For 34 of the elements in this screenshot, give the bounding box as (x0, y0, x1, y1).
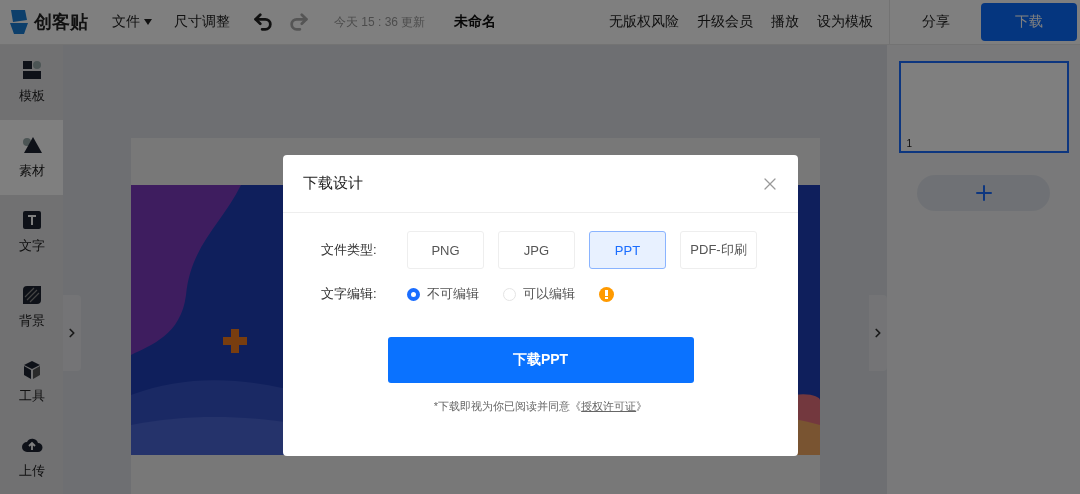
text-icon (20, 209, 43, 232)
expand-button[interactable] (869, 295, 887, 371)
top-link[interactable]: 升级会员 (697, 13, 753, 31)
menu-item[interactable]: 文件 (112, 13, 152, 31)
file-type-label: 文件类型: (321, 241, 378, 259)
top-link[interactable]: 播放 (771, 13, 799, 31)
logo-icon (8, 8, 30, 36)
background-icon (20, 283, 43, 306)
radio-label: 不可编辑 (427, 285, 479, 303)
dialog-title: 下载设计 (303, 174, 363, 193)
expand-button[interactable] (63, 295, 81, 371)
radio-label: 可以编辑 (523, 285, 575, 303)
file-type-option[interactable]: PPT (589, 231, 666, 269)
undo-button[interactable] (252, 11, 274, 33)
file-type-option[interactable]: PNG (407, 231, 484, 269)
file-type-option[interactable]: PDF-印刷 (680, 231, 757, 269)
radio-button[interactable] (407, 287, 420, 301)
sidebar-item[interactable]: 素材 (0, 119, 63, 195)
terms-notice: *下载即视为你已阅读并同意《授权许可证》 (433, 399, 648, 414)
top-link[interactable]: 无版权风险 (609, 13, 679, 31)
menu-item[interactable]: 尺寸调整 (174, 13, 230, 31)
download-ppt-button[interactable]: 下载PPT (387, 337, 694, 383)
warning-icon[interactable] (599, 286, 614, 302)
file-type-option[interactable]: JPG (498, 231, 575, 269)
license-link[interactable]: 授权许可证 (581, 400, 637, 412)
download-button[interactable]: 下载 (981, 3, 1077, 41)
page-thumbnail[interactable]: 1 (898, 61, 1069, 153)
text-edit-label: 文字编辑: (321, 285, 378, 303)
template-icon (20, 59, 43, 82)
add-page-button[interactable] (917, 175, 1050, 211)
logo-text: 创客贴 (34, 11, 88, 34)
document-title: 未命名 (454, 13, 496, 31)
caret-icon (144, 19, 152, 25)
top-link[interactable]: 设为模板 (817, 13, 873, 31)
